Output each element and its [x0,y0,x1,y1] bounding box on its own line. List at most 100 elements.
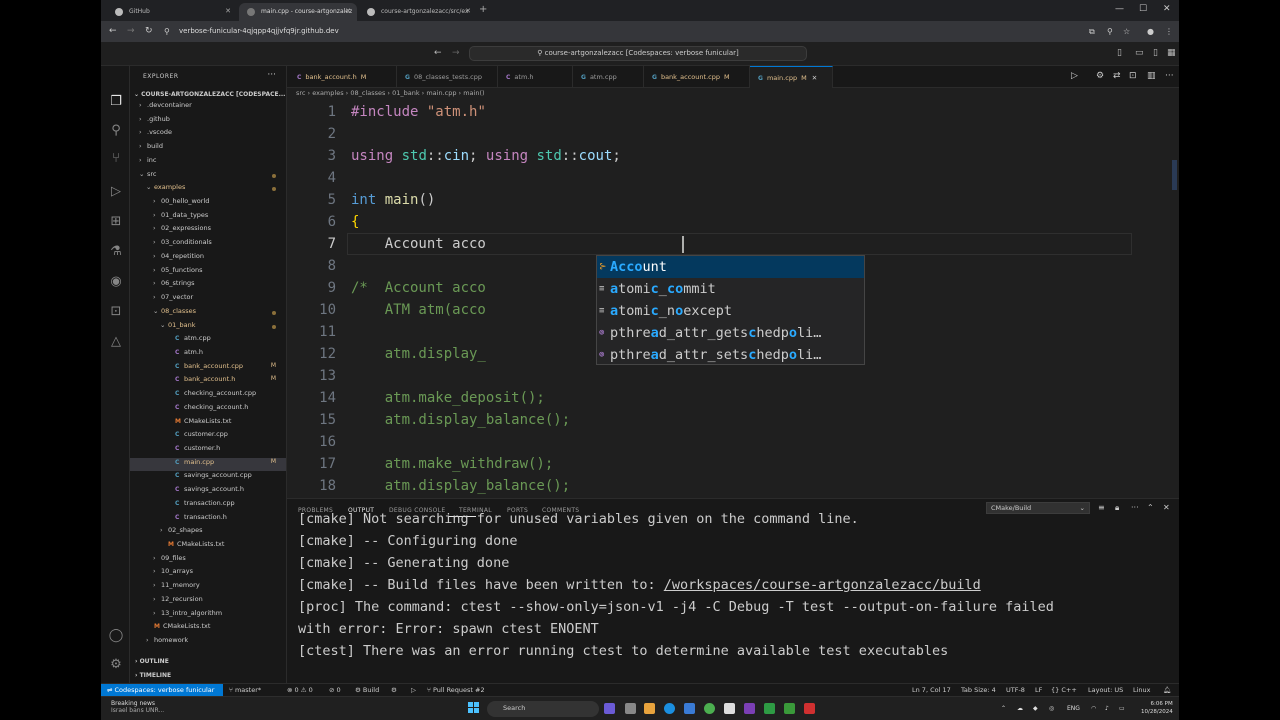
close-tab-icon[interactable]: ✕ [812,74,817,82]
tree-item[interactable]: ⌄ 01_bank [130,321,286,334]
tree-item[interactable]: › 07_vector [130,293,286,306]
back-icon[interactable]: ← [109,26,117,36]
browser-menu-icon[interactable]: ⋮ [1165,27,1173,36]
tree-item[interactable]: ⌄ examples [130,183,286,196]
github-icon[interactable]: ◉ [108,274,124,289]
github-desktop-icon[interactable] [724,703,735,714]
toggle-secondary-sidebar-icon[interactable]: ▯ [1153,48,1158,58]
volume-icon[interactable]: ♪ [1105,705,1109,712]
tree-item[interactable]: Ccustomer.cpp [130,430,286,443]
tree-item[interactable]: › .devcontainer [130,101,286,114]
problems-status[interactable]: ⊗ 0 ⚠ 0 [287,686,313,694]
close-icon[interactable]: ✕ [465,7,471,15]
browser-tab-github[interactable]: GitHub ✕ [107,3,237,21]
tree-item[interactable]: ⌄ 08_classes [130,307,286,320]
tray-chevron-icon[interactable]: ⌃ [1001,705,1006,712]
wifi-icon[interactable]: ◠ [1091,705,1096,712]
outline-section[interactable]: › OUTLINE [135,658,169,665]
encoding[interactable]: UTF-8 [1006,686,1025,694]
remote-explorer-icon[interactable]: ⊡ [108,304,124,319]
tree-item[interactable]: › 12_recursion [130,595,286,608]
compare-icon[interactable]: ⇄ [1113,71,1121,81]
chrome-icon[interactable] [704,703,715,714]
debug-icon[interactable]: ⚙ [391,686,397,694]
tab-size[interactable]: Tab Size: 4 [961,686,996,694]
taskbar-clock[interactable]: 6:06 PM 10/28/2024 [1141,700,1173,716]
tree-item[interactable]: M CMakeLists.txt [130,622,286,635]
tree-item[interactable]: Cchecking_account.cpp [130,389,286,402]
tree-item[interactable]: Cbank_account.h M [130,375,286,388]
profile-icon[interactable]: ● [1147,27,1154,36]
extensions-icon[interactable]: ⊞ [108,214,124,229]
tree-item[interactable]: Ctransaction.cpp [130,499,286,512]
taskbar-search[interactable]: Search [487,701,599,717]
explorer-icon[interactable]: ❐ [108,94,124,109]
tree-item[interactable]: › 10_arrays [130,567,286,580]
run-icon[interactable]: ▷ [411,686,416,694]
file-explorer-icon[interactable] [644,703,655,714]
toggle-panel-icon[interactable]: ▭ [1135,48,1144,58]
copilot-icon[interactable] [604,703,615,714]
keyboard-layout[interactable]: Layout: US [1088,686,1123,694]
editor-tab[interactable]: Gmain.cpp M ✕ [750,66,833,88]
customize-layout-icon[interactable]: ▦ [1167,48,1176,58]
toggle-sidebar-icon[interactable]: ▯ [1117,48,1122,58]
ports-status[interactable]: ⊘ 0 [329,686,341,694]
store-icon[interactable] [684,703,695,714]
suggestion-item[interactable]: ≡ atomic_noexcept [597,300,864,322]
tree-item[interactable]: Catm.h [130,348,286,361]
editor-tab[interactable]: Gbank_account.cpp M [644,66,750,88]
app-icon[interactable] [744,703,755,714]
search-icon[interactable]: ⚲ [108,123,124,138]
chevron-up-icon[interactable]: ⌃ [1147,503,1154,512]
go-forward-icon[interactable]: → [452,48,460,58]
cmake-icon[interactable]: △ [108,334,124,349]
notifications-icon[interactable]: 🔔︎ [1163,686,1171,694]
tree-item[interactable]: M CMakeLists.txt [130,417,286,430]
tree-item[interactable]: › .github [130,115,286,128]
site-info-icon[interactable]: ⚲ [164,27,170,36]
recorder-icon[interactable] [804,703,815,714]
testing-icon[interactable]: ⚗ [108,244,124,259]
edge-icon[interactable] [664,703,675,714]
preview-icon[interactable]: ⊡ [1129,71,1137,81]
tree-item[interactable]: Cmain.cpp M [130,457,286,471]
command-center[interactable]: ⚲ course-artgonzalezacc [Codespaces: ver… [469,46,807,61]
more-actions-icon[interactable]: ··· [1165,71,1174,81]
tray-app-icon[interactable]: ◆ [1033,705,1038,712]
more-actions-icon[interactable]: ··· [1131,503,1139,512]
editor-tab[interactable]: Cbank_account.h M [289,66,397,88]
browser-tab-codespace[interactable]: main.cpp - course-artgonzalez ✕ [239,3,357,21]
go-back-icon[interactable]: ← [434,48,442,58]
tree-item[interactable]: › 09_files [130,554,286,567]
tree-item[interactable]: ⌄ src [130,170,286,183]
tree-item[interactable]: M CMakeLists.txt [130,540,286,553]
branch-status[interactable]: ⑂ master* [229,686,261,694]
editor-tab[interactable]: G 08_classes_tests.cpp [397,66,498,88]
tree-item[interactable]: Cbank_account.cpp M [130,362,286,375]
suggestion-item[interactable]: ⊚ pthread_attr_getschedpoli… [597,322,864,344]
windows-start-icon[interactable] [468,702,480,714]
new-tab-button[interactable]: + [479,4,487,15]
minimize-icon[interactable]: — [1115,4,1124,14]
app-icon[interactable] [764,703,775,714]
list-icon[interactable]: ≡ [1098,503,1105,512]
lock-icon[interactable]: 🔒︎ [1115,503,1119,513]
tree-item[interactable]: Cchecking_account.h [130,403,286,416]
os-indicator[interactable]: Linux [1133,686,1151,694]
tree-item[interactable]: › 00_hello_world [130,197,286,210]
forward-icon[interactable]: → [127,26,135,36]
source-control-icon[interactable]: ⑂ [108,151,124,166]
tree-item[interactable]: › 05_functions [130,266,286,279]
tree-item[interactable]: › inc [130,156,286,169]
close-window-icon[interactable]: ✕ [1163,4,1171,14]
tree-item[interactable]: › 13_intro_algorithm [130,609,286,622]
timeline-section[interactable]: › TIMELINE [135,672,171,679]
settings-gear-icon[interactable]: ⚙ [1096,71,1104,81]
tree-item[interactable]: › .vscode [130,128,286,141]
tree-item[interactable]: Ctransaction.h [130,513,286,526]
pull-request-status[interactable]: ⑂ Pull Request #2 [427,686,485,694]
run-debug-icon[interactable]: ▷ [108,184,124,199]
editor-tab[interactable]: Gatm.cpp [573,66,644,88]
suggestion-item[interactable]: ≡ atomic_commit [597,278,864,300]
